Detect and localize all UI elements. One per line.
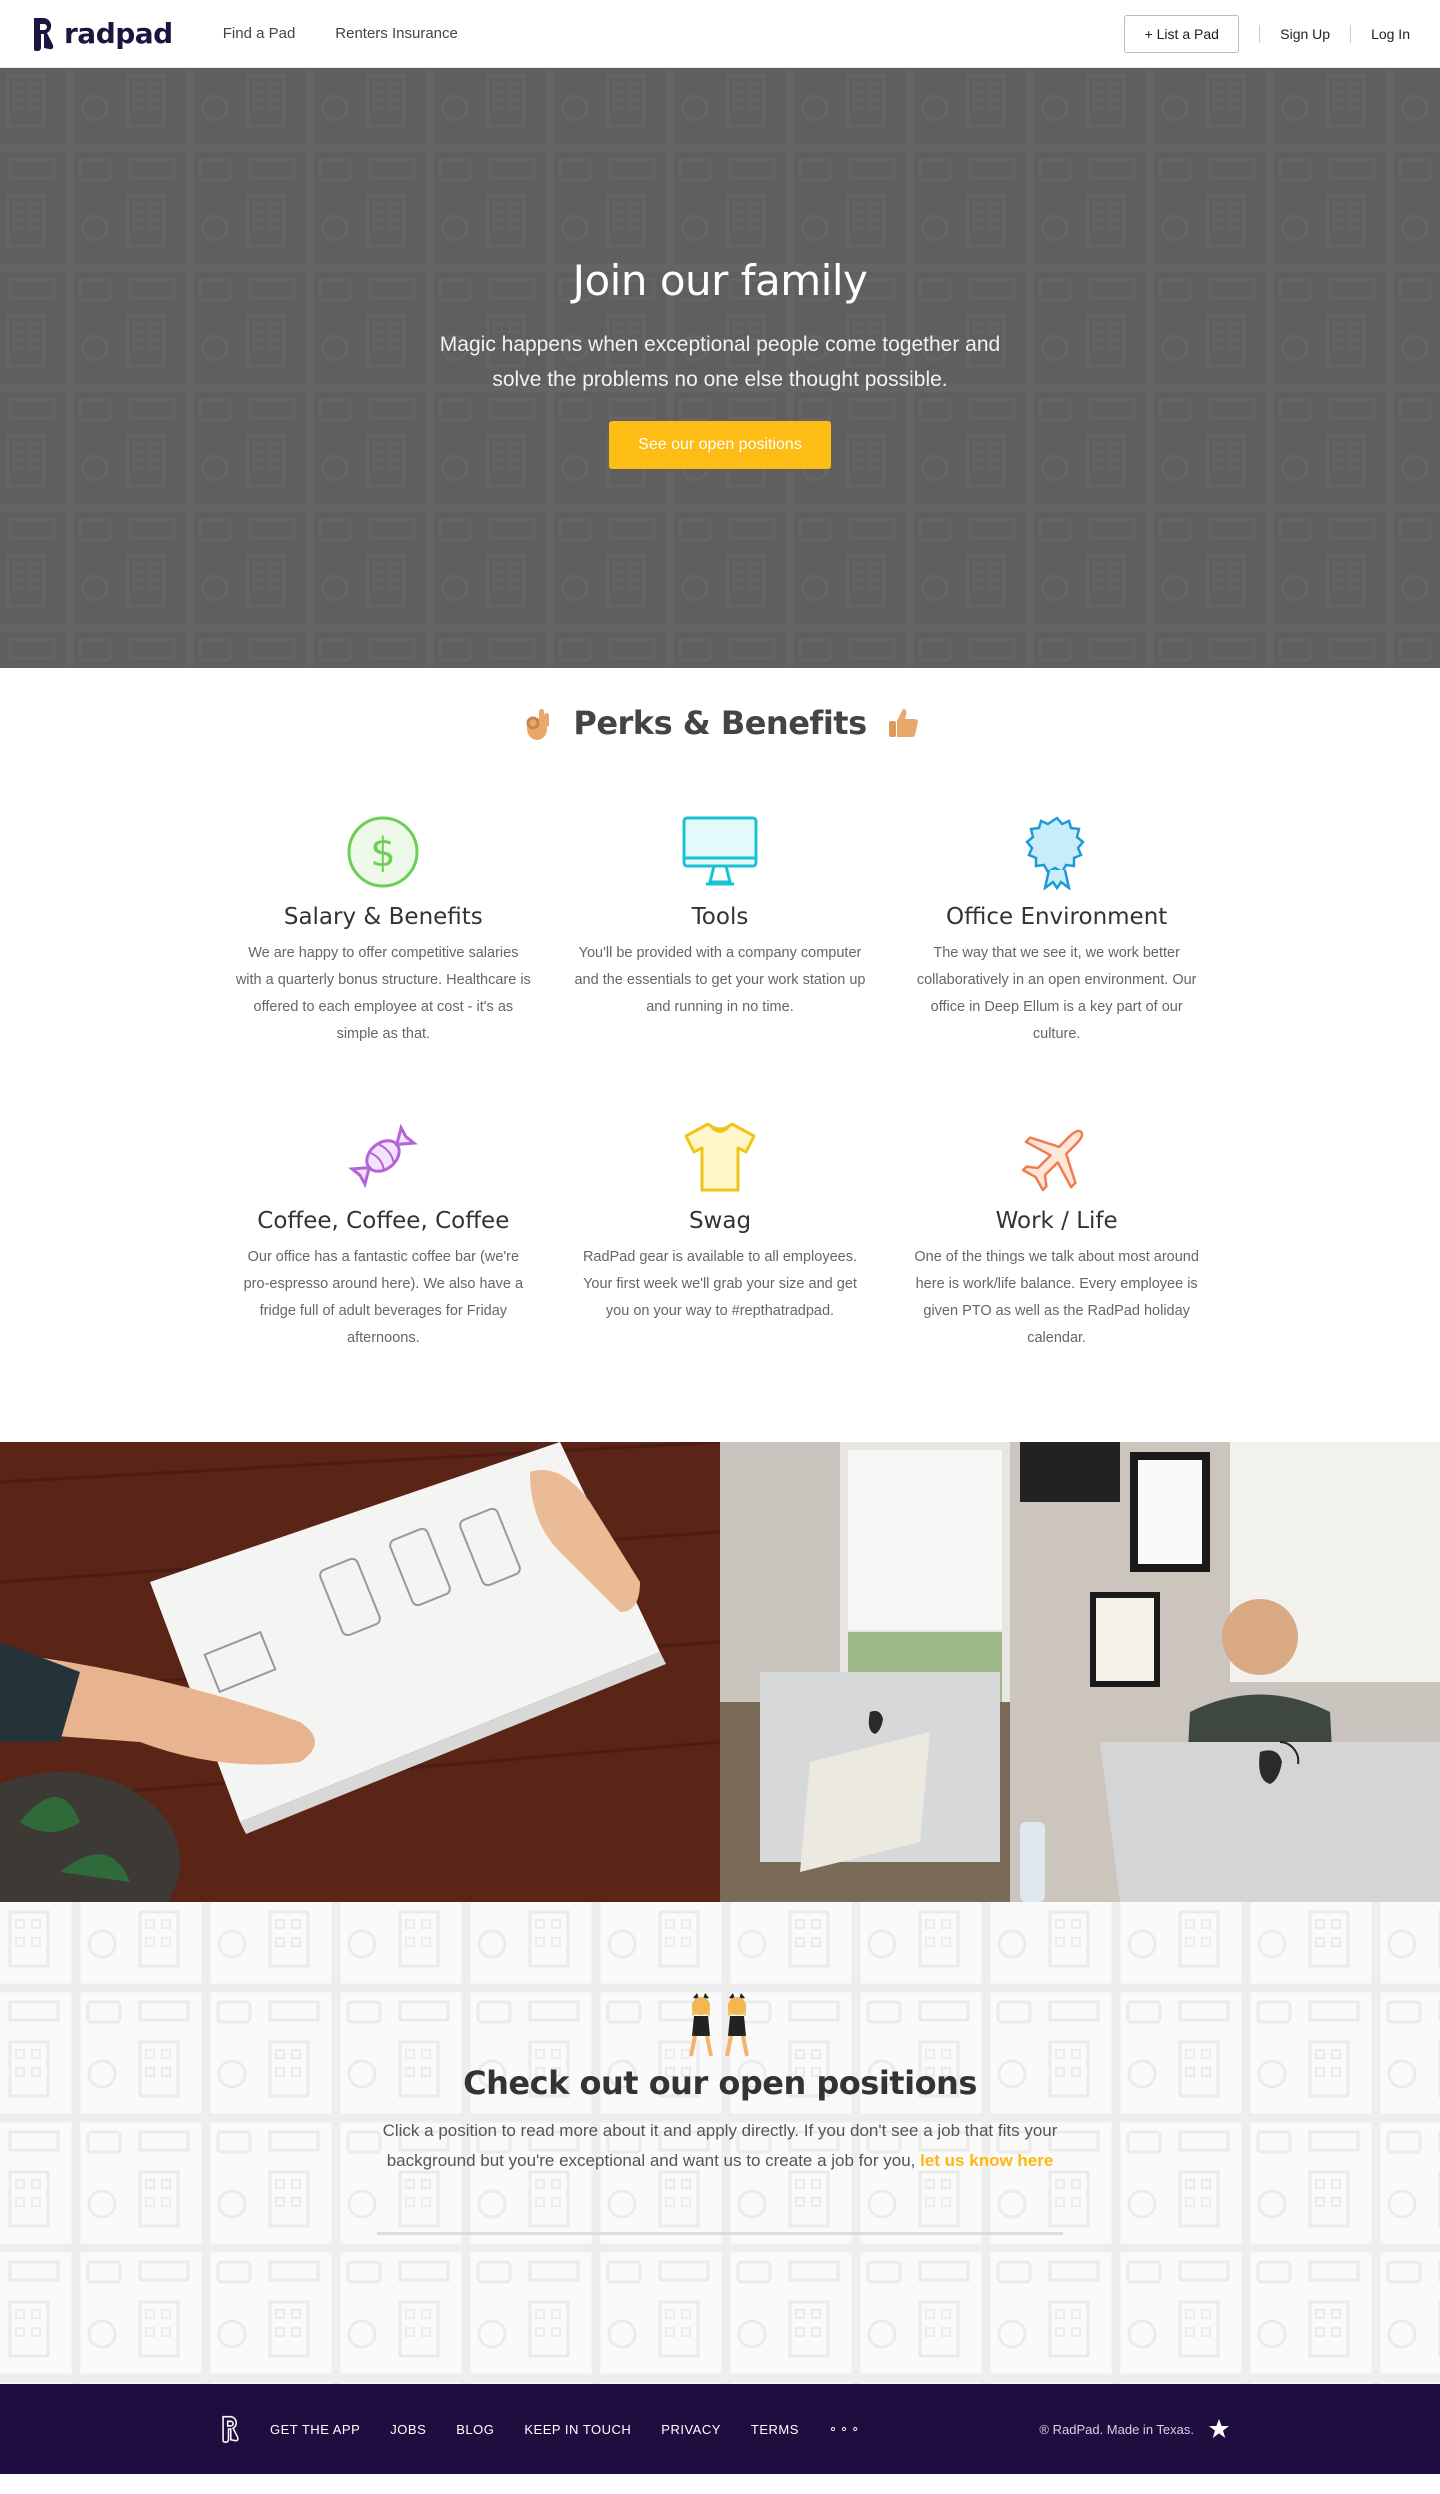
star-icon <box>1209 2419 1229 2438</box>
dollar-icon: $ <box>347 816 419 888</box>
log-in-link[interactable]: Log In <box>1371 26 1410 42</box>
perk-office-environment: Office Environment The way that we see i… <box>903 814 1210 1048</box>
footer-privacy[interactable]: PRIVACY <box>661 2422 721 2437</box>
monitor-icon <box>682 816 758 886</box>
list-a-pad-button[interactable]: + List a Pad <box>1124 14 1240 53</box>
footer-blog[interactable]: BLOG <box>456 2422 494 2437</box>
sketching-illustration <box>0 1442 720 1902</box>
footer-jobs[interactable]: JOBS <box>390 2422 426 2437</box>
office-desk-photo <box>720 1442 1440 1902</box>
perk-swag: Swag RadPad gear is available to all emp… <box>567 1118 874 1352</box>
candy-icon <box>348 1123 419 1189</box>
badge-icon <box>1024 816 1085 890</box>
perk-description: You'll be provided with a company comput… <box>574 945 866 1015</box>
nav-renters-insurance[interactable]: Renters Insurance <box>335 25 458 42</box>
radpad-footer-logo-icon[interactable] <box>220 2414 240 2444</box>
footer-more-icon[interactable]: ∘∘∘ <box>829 2421 862 2437</box>
perks-section: Perks & Benefits $ Salary & Benefits We … <box>0 668 1440 1442</box>
office-illustration <box>720 1442 1440 1902</box>
nav-find-a-pad[interactable]: Find a Pad <box>223 25 296 42</box>
open-positions-section: Check out our open positions Click a pos… <box>0 1902 1440 2384</box>
open-positions-text: Click a position to read more about it a… <box>370 2116 1070 2176</box>
hero-subtitle: Magic happens when exceptional people co… <box>439 333 1001 391</box>
footer-terms[interactable]: TERMS <box>751 2422 799 2437</box>
perk-title: Coffee, Coffee, Coffee <box>257 1208 510 1234</box>
footer-nav: GET THE APP JOBS BLOG KEEP IN TOUCH PRIV… <box>270 2421 862 2437</box>
perk-title: Salary & Benefits <box>283 904 483 930</box>
nav-divider <box>1259 24 1261 43</box>
perk-description: RadPad gear is available to all employee… <box>582 1249 858 1319</box>
primary-nav: Find a Pad Renters Insurance <box>223 25 458 42</box>
perk-description: Our office has a fantastic coffee bar (w… <box>243 1249 524 1346</box>
footer-get-the-app[interactable]: GET THE APP <box>270 2422 360 2437</box>
hero-title: Join our family <box>572 256 868 305</box>
perk-title: Office Environment <box>946 904 1168 930</box>
svg-text:$: $ <box>371 830 396 876</box>
sketching-photo <box>0 1442 720 1902</box>
perk-title: Tools <box>691 904 749 930</box>
footer-copyright: ® RadPad. Made in Texas. <box>1039 2421 1194 2437</box>
office-photos <box>0 1442 1440 1902</box>
airplane-icon <box>1021 1129 1083 1192</box>
perk-description: We are happy to offer competitive salari… <box>235 945 531 1042</box>
nav-divider <box>1350 24 1352 43</box>
ok-hand-icon <box>526 709 550 740</box>
site-footer: GET THE APP JOBS BLOG KEEP IN TOUCH PRIV… <box>0 2384 1440 2474</box>
perks-heading: Perks & Benefits <box>0 704 1440 742</box>
perk-description: The way that we see it, we work better c… <box>916 945 1197 1042</box>
footer-keep-in-touch[interactable]: KEEP IN TOUCH <box>524 2422 631 2437</box>
perk-coffee: Coffee, Coffee, Coffee Our office has a … <box>230 1118 537 1352</box>
sign-up-link[interactable]: Sign Up <box>1280 26 1330 42</box>
open-positions-title: Check out our open positions <box>463 2064 977 2102</box>
radpad-logo-icon <box>34 17 54 51</box>
logo-wordmark: radpad <box>64 17 173 50</box>
positions-divider <box>377 2232 1063 2235</box>
let-us-know-link[interactable]: let us know here <box>920 2151 1053 2170</box>
hero-section: Join our family Magic happens when excep… <box>0 68 1440 668</box>
radpad-logo[interactable]: radpad <box>30 16 173 52</box>
nav-actions: + List a Pad Sign Up Log In <box>1124 14 1410 53</box>
perk-description: One of the things we talk about most aro… <box>914 1249 1199 1346</box>
perk-tools: Tools You'll be provided with a company … <box>567 814 874 1048</box>
perk-salary-benefits: $ Salary & Benefits We are happy to offe… <box>230 814 537 1048</box>
perk-work-life: Work / Life One of the things we talk ab… <box>903 1118 1210 1352</box>
top-nav: radpad Find a Pad Renters Insurance + Li… <box>0 0 1440 68</box>
perks-grid: $ Salary & Benefits We are happy to offe… <box>230 814 1210 1352</box>
hero-content: Join our family Magic happens when excep… <box>430 256 1010 469</box>
dancers-icon <box>689 1993 749 2057</box>
perk-title: Swag <box>688 1208 752 1234</box>
perk-title: Work / Life <box>995 1208 1118 1234</box>
tshirt-icon <box>684 1122 756 1192</box>
perks-title: Perks & Benefits <box>573 704 867 742</box>
open-positions-content: Check out our open positions Click a pos… <box>0 1902 1440 2235</box>
thumbs-up-icon <box>888 709 918 738</box>
see-open-positions-button[interactable]: See our open positions <box>609 421 831 469</box>
footer-right: ® RadPad. Made in Texas. <box>1039 2418 1230 2440</box>
